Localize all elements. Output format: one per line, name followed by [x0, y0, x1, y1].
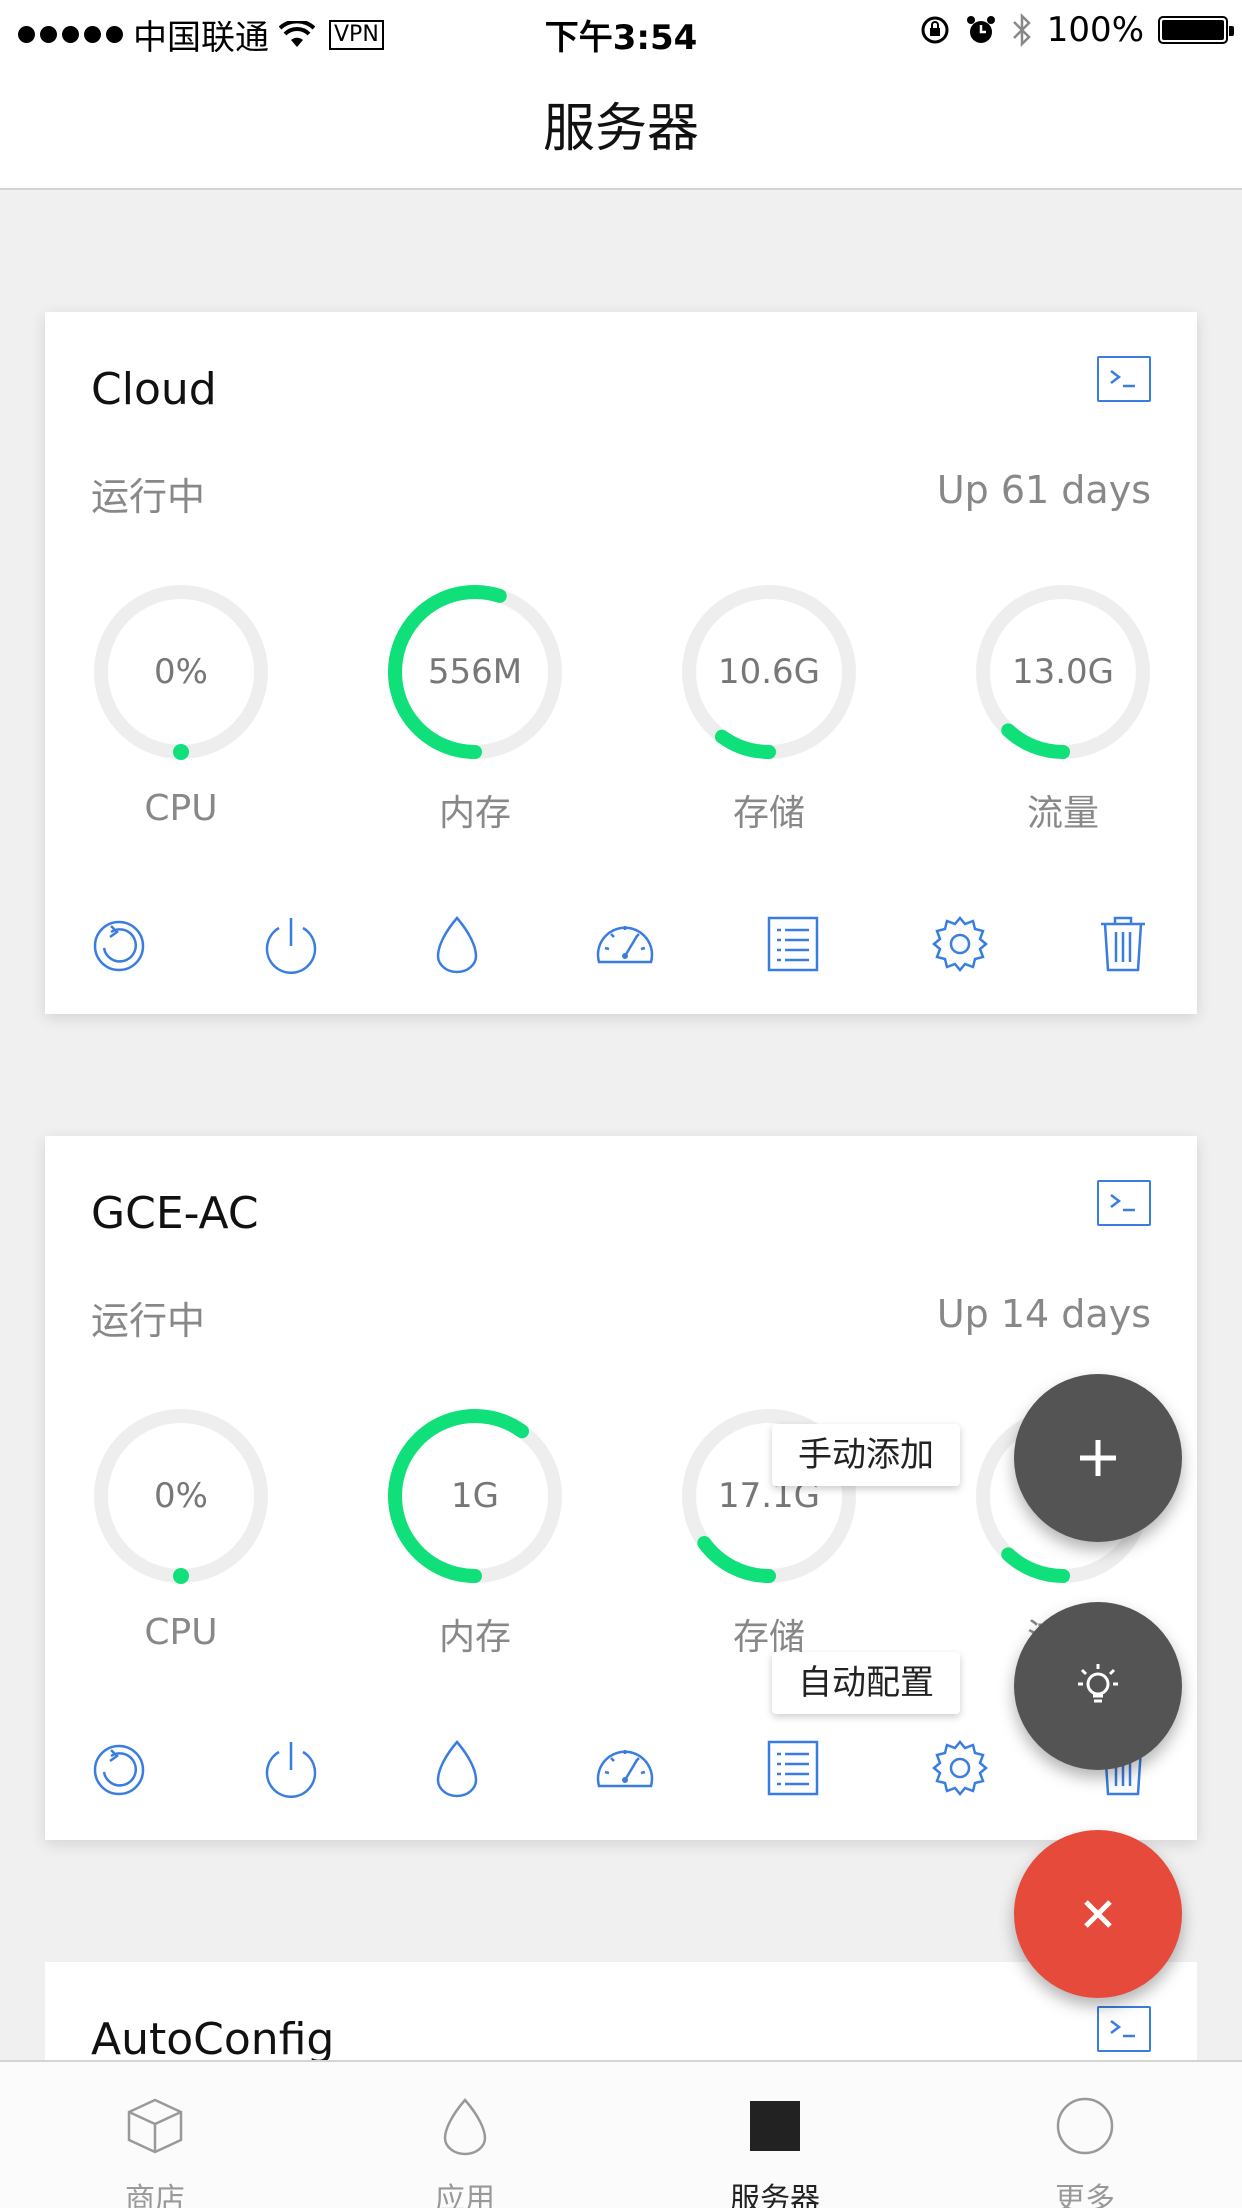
monitor-button[interactable] [593, 1736, 657, 1800]
refresh-icon [93, 1744, 145, 1796]
memory-gauge: 1G [383, 1404, 567, 1588]
logs-button[interactable] [761, 912, 825, 976]
circle-icon [1056, 2097, 1114, 2155]
status-right: 100% [919, 10, 1234, 50]
settings-button[interactable] [928, 912, 992, 976]
monitor-button[interactable] [593, 912, 657, 976]
restart-button[interactable] [87, 1736, 151, 1800]
orientation-lock-icon [921, 16, 949, 44]
battery-percent: 100% [1046, 10, 1144, 50]
manual-add-button[interactable] [1014, 1374, 1182, 1542]
apps-button[interactable] [425, 1736, 489, 1800]
alarm-icon [966, 16, 995, 43]
manual-add-label[interactable]: 手动添加 [772, 1424, 960, 1486]
cpu-gauge: 0% [89, 580, 273, 764]
terminal-button[interactable] [1097, 2006, 1151, 2052]
storage-gauge: 10.6G [677, 580, 861, 764]
navigation-bar: 服务器 [0, 62, 1242, 190]
gauge-value: 0% [154, 652, 208, 692]
gauge-value: 1G [451, 1476, 499, 1516]
server-uptime: Up 61 days [936, 468, 1151, 512]
memory-gauge: 556M [383, 580, 567, 764]
tab-bar: 商店 应用 服务器 更多 [0, 2060, 1242, 2208]
power-button[interactable] [259, 912, 323, 976]
settings-button[interactable] [928, 1736, 992, 1800]
page-title: 服务器 [542, 99, 699, 159]
gauge-label-storage: 存储 [732, 793, 805, 834]
terminal-button[interactable] [1097, 356, 1151, 402]
refresh-icon [93, 920, 145, 972]
gauge-value: 10.6G [717, 652, 821, 692]
power-button[interactable] [259, 1736, 323, 1800]
power-icon [265, 918, 317, 974]
auto-config-label[interactable]: 自动配置 [772, 1652, 960, 1714]
delete-button[interactable] [1091, 912, 1155, 976]
square-icon [750, 2101, 800, 2151]
terminal-icon [1110, 2020, 1135, 2038]
tab-label: 应用 [435, 2182, 495, 2208]
tab-store[interactable]: 商店 [0, 2062, 310, 2208]
tab-label: 服务器 [730, 2182, 820, 2208]
close-menu-button[interactable] [1014, 1830, 1182, 1998]
settings-icon [932, 916, 988, 972]
speedometer-icon [596, 926, 654, 964]
trash-icon [1101, 916, 1145, 972]
box-icon [127, 2098, 183, 2154]
terminal-icon [1110, 370, 1135, 388]
gauge-label-cpu: CPU [144, 788, 218, 829]
egg-icon [436, 916, 478, 974]
restart-button[interactable] [87, 912, 151, 976]
tab-label: 商店 [125, 2182, 185, 2208]
gauge-label-cpu: CPU [144, 1612, 218, 1653]
terminal-icon [1110, 1194, 1135, 1212]
server-name: Cloud [91, 364, 217, 415]
gauge-value: 556M [427, 652, 523, 692]
tab-servers[interactable]: 服务器 [620, 2062, 930, 2208]
list-icon [767, 1740, 819, 1796]
egg-icon [443, 2098, 487, 2156]
gauge-label-memory: 内存 [438, 1617, 511, 1658]
status-bar: 中国联通 VPN 下午3:54 100% [0, 0, 1242, 62]
gauge-value: 13.0G [1011, 652, 1115, 692]
list-icon [767, 916, 819, 972]
server-name: AutoConfig [91, 2014, 335, 2065]
tab-label: 更多 [1055, 2182, 1115, 2208]
speedometer-icon [596, 1750, 654, 1788]
gauge-label-traffic: 流量 [1026, 793, 1099, 834]
terminal-button[interactable] [1097, 1180, 1151, 1226]
tab-more[interactable]: 更多 [930, 2062, 1240, 2208]
traffic-gauge: 13.0G [971, 580, 1155, 764]
server-name: GCE-AC [91, 1188, 259, 1239]
logs-button[interactable] [761, 1736, 825, 1800]
egg-icon [436, 1740, 478, 1798]
plus-icon [1080, 1440, 1116, 1476]
tab-apps[interactable]: 应用 [310, 2062, 620, 2208]
settings-icon [932, 1740, 988, 1796]
auto-config-button[interactable] [1014, 1602, 1182, 1770]
server-status: 运行中 [91, 475, 206, 519]
gauge-label-memory: 内存 [438, 793, 511, 834]
close-icon [1084, 1900, 1112, 1928]
power-icon [265, 1742, 317, 1798]
server-status: 运行中 [91, 1299, 206, 1343]
lightbulb-icon [1078, 1664, 1118, 1703]
server-card[interactable]: AutoConfig [45, 1962, 1197, 2065]
bluetooth-icon [1012, 13, 1031, 47]
server-card[interactable]: Cloud 运行中 Up 61 days 0% 556M 10.6G 13.0G… [45, 312, 1197, 1014]
battery-icon [1158, 16, 1234, 44]
apps-button[interactable] [425, 912, 489, 976]
gauge-value: 0% [154, 1476, 208, 1516]
cpu-gauge: 0% [89, 1404, 273, 1588]
server-uptime: Up 14 days [936, 1292, 1151, 1336]
